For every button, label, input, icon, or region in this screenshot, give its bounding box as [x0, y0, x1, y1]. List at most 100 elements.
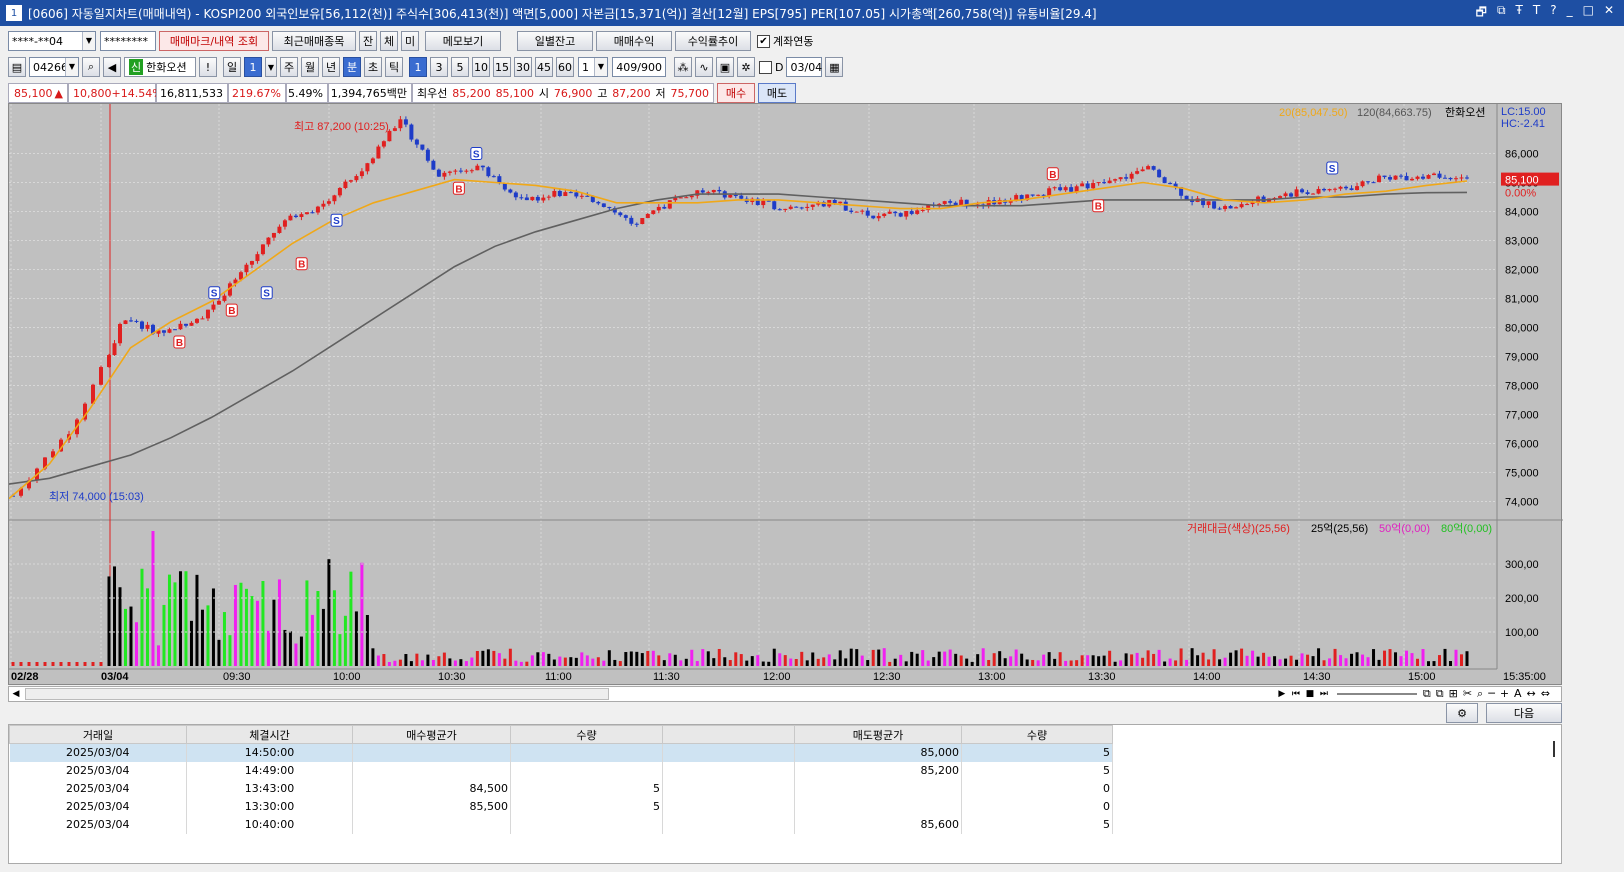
chevron-down-icon[interactable]: ▼ — [265, 57, 277, 77]
col-trade-date[interactable]: 거래일 — [9, 725, 187, 744]
chevron-down-icon[interactable]: ▼ — [82, 32, 95, 50]
period-tick[interactable]: 틱 — [385, 57, 403, 77]
col-buy-qty[interactable]: 수량 — [510, 725, 663, 744]
col-sell-qty[interactable]: 수량 — [961, 725, 1113, 744]
interval-1[interactable]: 1 — [409, 57, 427, 77]
volume-bar — [607, 650, 611, 666]
buy-button[interactable]: 매수 — [717, 83, 755, 103]
speaker-icon[interactable]: ◀ — [103, 57, 121, 77]
chevron-down-icon[interactable]: ▼ — [594, 58, 607, 76]
trade-mark-button[interactable]: 매매마크/내역 조회 — [159, 31, 269, 51]
table-row[interactable]: 2025/03/04 13:43:00 84,500 5 0 — [9, 779, 1113, 798]
stop-icon[interactable]: ■ — [1303, 689, 1317, 699]
settings-icon[interactable]: ⚙ — [1446, 703, 1478, 723]
chart-tools-icon[interactable]: ⧉⧉⊞✂⌕─+A↔⇔ — [1423, 687, 1561, 701]
period-day[interactable]: 일 — [223, 57, 241, 77]
minimize-icon[interactable]: _ — [1567, 3, 1573, 24]
chevron-down-icon[interactable]: ▼ — [65, 58, 78, 76]
draw-icon[interactable]: ∿ — [695, 57, 713, 77]
password-field[interactable]: ******** — [100, 31, 156, 51]
next-button[interactable]: 다음 — [1486, 703, 1562, 723]
interval-60[interactable]: 60 — [556, 57, 574, 77]
tab-executed[interactable]: 체 — [380, 31, 398, 51]
account-select[interactable]: ****-**04 ▼ — [8, 31, 96, 51]
trade-profit-button[interactable]: 매매수익 — [596, 31, 672, 51]
n-select[interactable]: 1 ▼ — [578, 57, 608, 77]
scroll-thumb[interactable] — [25, 688, 609, 700]
period-week[interactable]: 주 — [280, 57, 298, 77]
chart-scrollbar[interactable]: ◀ ▶ ⏮ ■ ⏭ ⧉⧉⊞✂⌕─+A↔⇔ — [8, 686, 1562, 702]
sell-button[interactable]: 매도 — [758, 83, 796, 103]
help-icon[interactable]: ? — [1550, 3, 1556, 24]
period-year[interactable]: 년 — [322, 57, 340, 77]
candle-body — [772, 201, 777, 210]
interval-30[interactable]: 30 — [514, 57, 532, 77]
maximize-icon[interactable]: □ — [1583, 3, 1594, 24]
date-field[interactable]: 03/04 — [786, 57, 823, 77]
date-checkbox[interactable]: D — [759, 60, 783, 74]
search-icon[interactable]: ⌕ — [82, 57, 100, 77]
pin-icon[interactable]: Ŧ — [1516, 3, 1523, 24]
volume-bar — [789, 658, 793, 666]
chart-canvas[interactable]: 86,00085,00084,00083,00082,00081,00080,0… — [9, 104, 1563, 686]
zoom-slider[interactable] — [1336, 693, 1417, 695]
interval-5[interactable]: 5 — [451, 57, 469, 77]
memo-button[interactable]: 메모보기 — [425, 31, 501, 51]
indicator-icon[interactable]: ⁂ — [674, 57, 692, 77]
interval-10[interactable]: 10 — [472, 57, 490, 77]
col-buy-avg[interactable]: 매수평균가 — [352, 725, 511, 744]
table-scroll-indicator[interactable] — [1553, 741, 1555, 757]
volume-bar — [1152, 653, 1156, 666]
candle-body — [1113, 179, 1118, 181]
price-chart[interactable]: 86,00085,00084,00083,00082,00081,00080,0… — [8, 103, 1563, 686]
candle-body — [211, 304, 216, 310]
tile-icon[interactable]: ⧉ — [1497, 3, 1506, 24]
candle-body — [271, 232, 276, 238]
interval-3[interactable]: 3 — [430, 57, 448, 77]
interval-45[interactable]: 45 — [535, 57, 553, 77]
rewind-icon[interactable]: ⏮ — [1289, 689, 1303, 699]
table-row[interactable]: 2025/03/04 10:40:00 85,600 5 — [9, 815, 1113, 834]
table-row[interactable]: 2025/03/04 14:50:00 85,000 5 — [9, 743, 1113, 762]
account-link-checkbox[interactable]: ✔ 계좌연동 — [757, 33, 813, 49]
save-icon[interactable]: ▣ — [716, 57, 734, 77]
close-icon[interactable]: ✕ — [1604, 3, 1614, 24]
col-sell-avg[interactable]: 매도평균가 — [794, 725, 962, 744]
legend-ma20: 20(85,047.50) — [1279, 107, 1348, 119]
gear-icon[interactable]: ✲ — [737, 57, 755, 77]
count-field[interactable]: 409/900 — [612, 57, 666, 77]
period-second[interactable]: 초 — [364, 57, 382, 77]
font-icon[interactable]: T — [1533, 3, 1540, 24]
restore-icon[interactable]: 🗗 — [1476, 3, 1487, 24]
period-month[interactable]: 월 — [301, 57, 319, 77]
volume-bar — [992, 653, 996, 666]
layout-icon[interactable]: ▤ — [8, 57, 26, 77]
tab-balance[interactable]: 잔 — [359, 31, 377, 51]
tab-pending[interactable]: 미 — [401, 31, 419, 51]
period-minute[interactable]: 분 — [343, 57, 361, 77]
forward-icon[interactable]: ⏭ — [1317, 689, 1331, 699]
y-tick-label: 75,000 — [1505, 468, 1539, 480]
table-row[interactable]: 2025/03/04 14:49:00 85,200 5 — [9, 761, 1113, 780]
interval-15[interactable]: 15 — [493, 57, 511, 77]
volume-bar — [129, 606, 133, 666]
return-trend-button[interactable]: 수익률추이 — [675, 31, 751, 51]
stock-name-field[interactable]: 신 한화오션 — [124, 57, 196, 77]
check-icon[interactable]: ✔ — [757, 34, 770, 48]
daily-balance-button[interactable]: 일별잔고 — [517, 31, 593, 51]
checkbox-icon[interactable] — [759, 60, 772, 74]
recent-stocks-button[interactable]: 최근매매종목 — [272, 31, 356, 51]
period-count[interactable]: 1 — [244, 57, 262, 77]
calendar-icon[interactable]: ▦ — [825, 57, 844, 77]
volume-ratio: 219.67% — [228, 83, 286, 103]
alert-button[interactable]: ! — [199, 57, 217, 77]
volume-bar — [937, 651, 941, 666]
table-row[interactable]: 2025/03/04 13:30:00 85,500 5 0 — [9, 797, 1113, 816]
low-label: 저 — [655, 87, 666, 100]
scroll-left-icon[interactable]: ◀ — [9, 689, 23, 699]
scroll-right-icon[interactable]: ▶ — [1275, 689, 1289, 699]
stock-code-select[interactable]: 042660 ▼ — [29, 57, 79, 77]
current-price: 85,100 ▲ — [8, 83, 68, 103]
candle-body — [1151, 166, 1156, 170]
col-exec-time[interactable]: 체결시간 — [186, 725, 353, 744]
